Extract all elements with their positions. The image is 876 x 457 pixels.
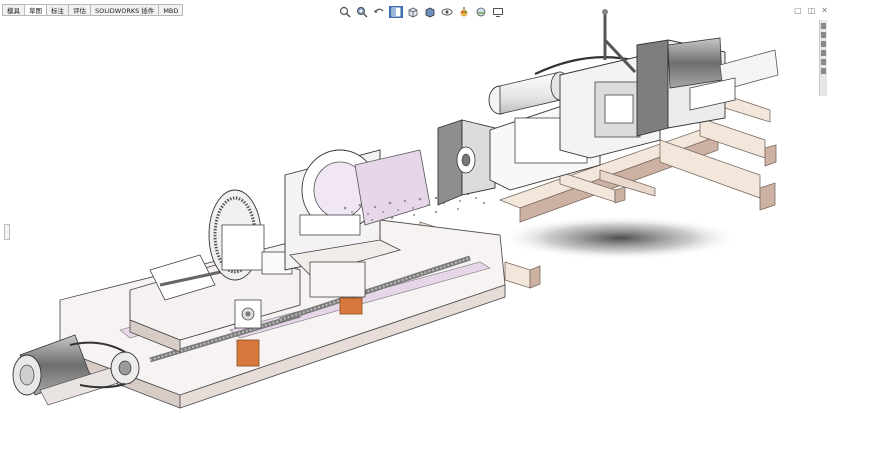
graphics-area[interactable] <box>0 0 876 457</box>
tailstock-flange <box>437 119 496 206</box>
rear-motor-assembly <box>636 37 779 137</box>
ground-shadow <box>500 216 740 260</box>
bevel-gear-assembly <box>208 189 293 281</box>
